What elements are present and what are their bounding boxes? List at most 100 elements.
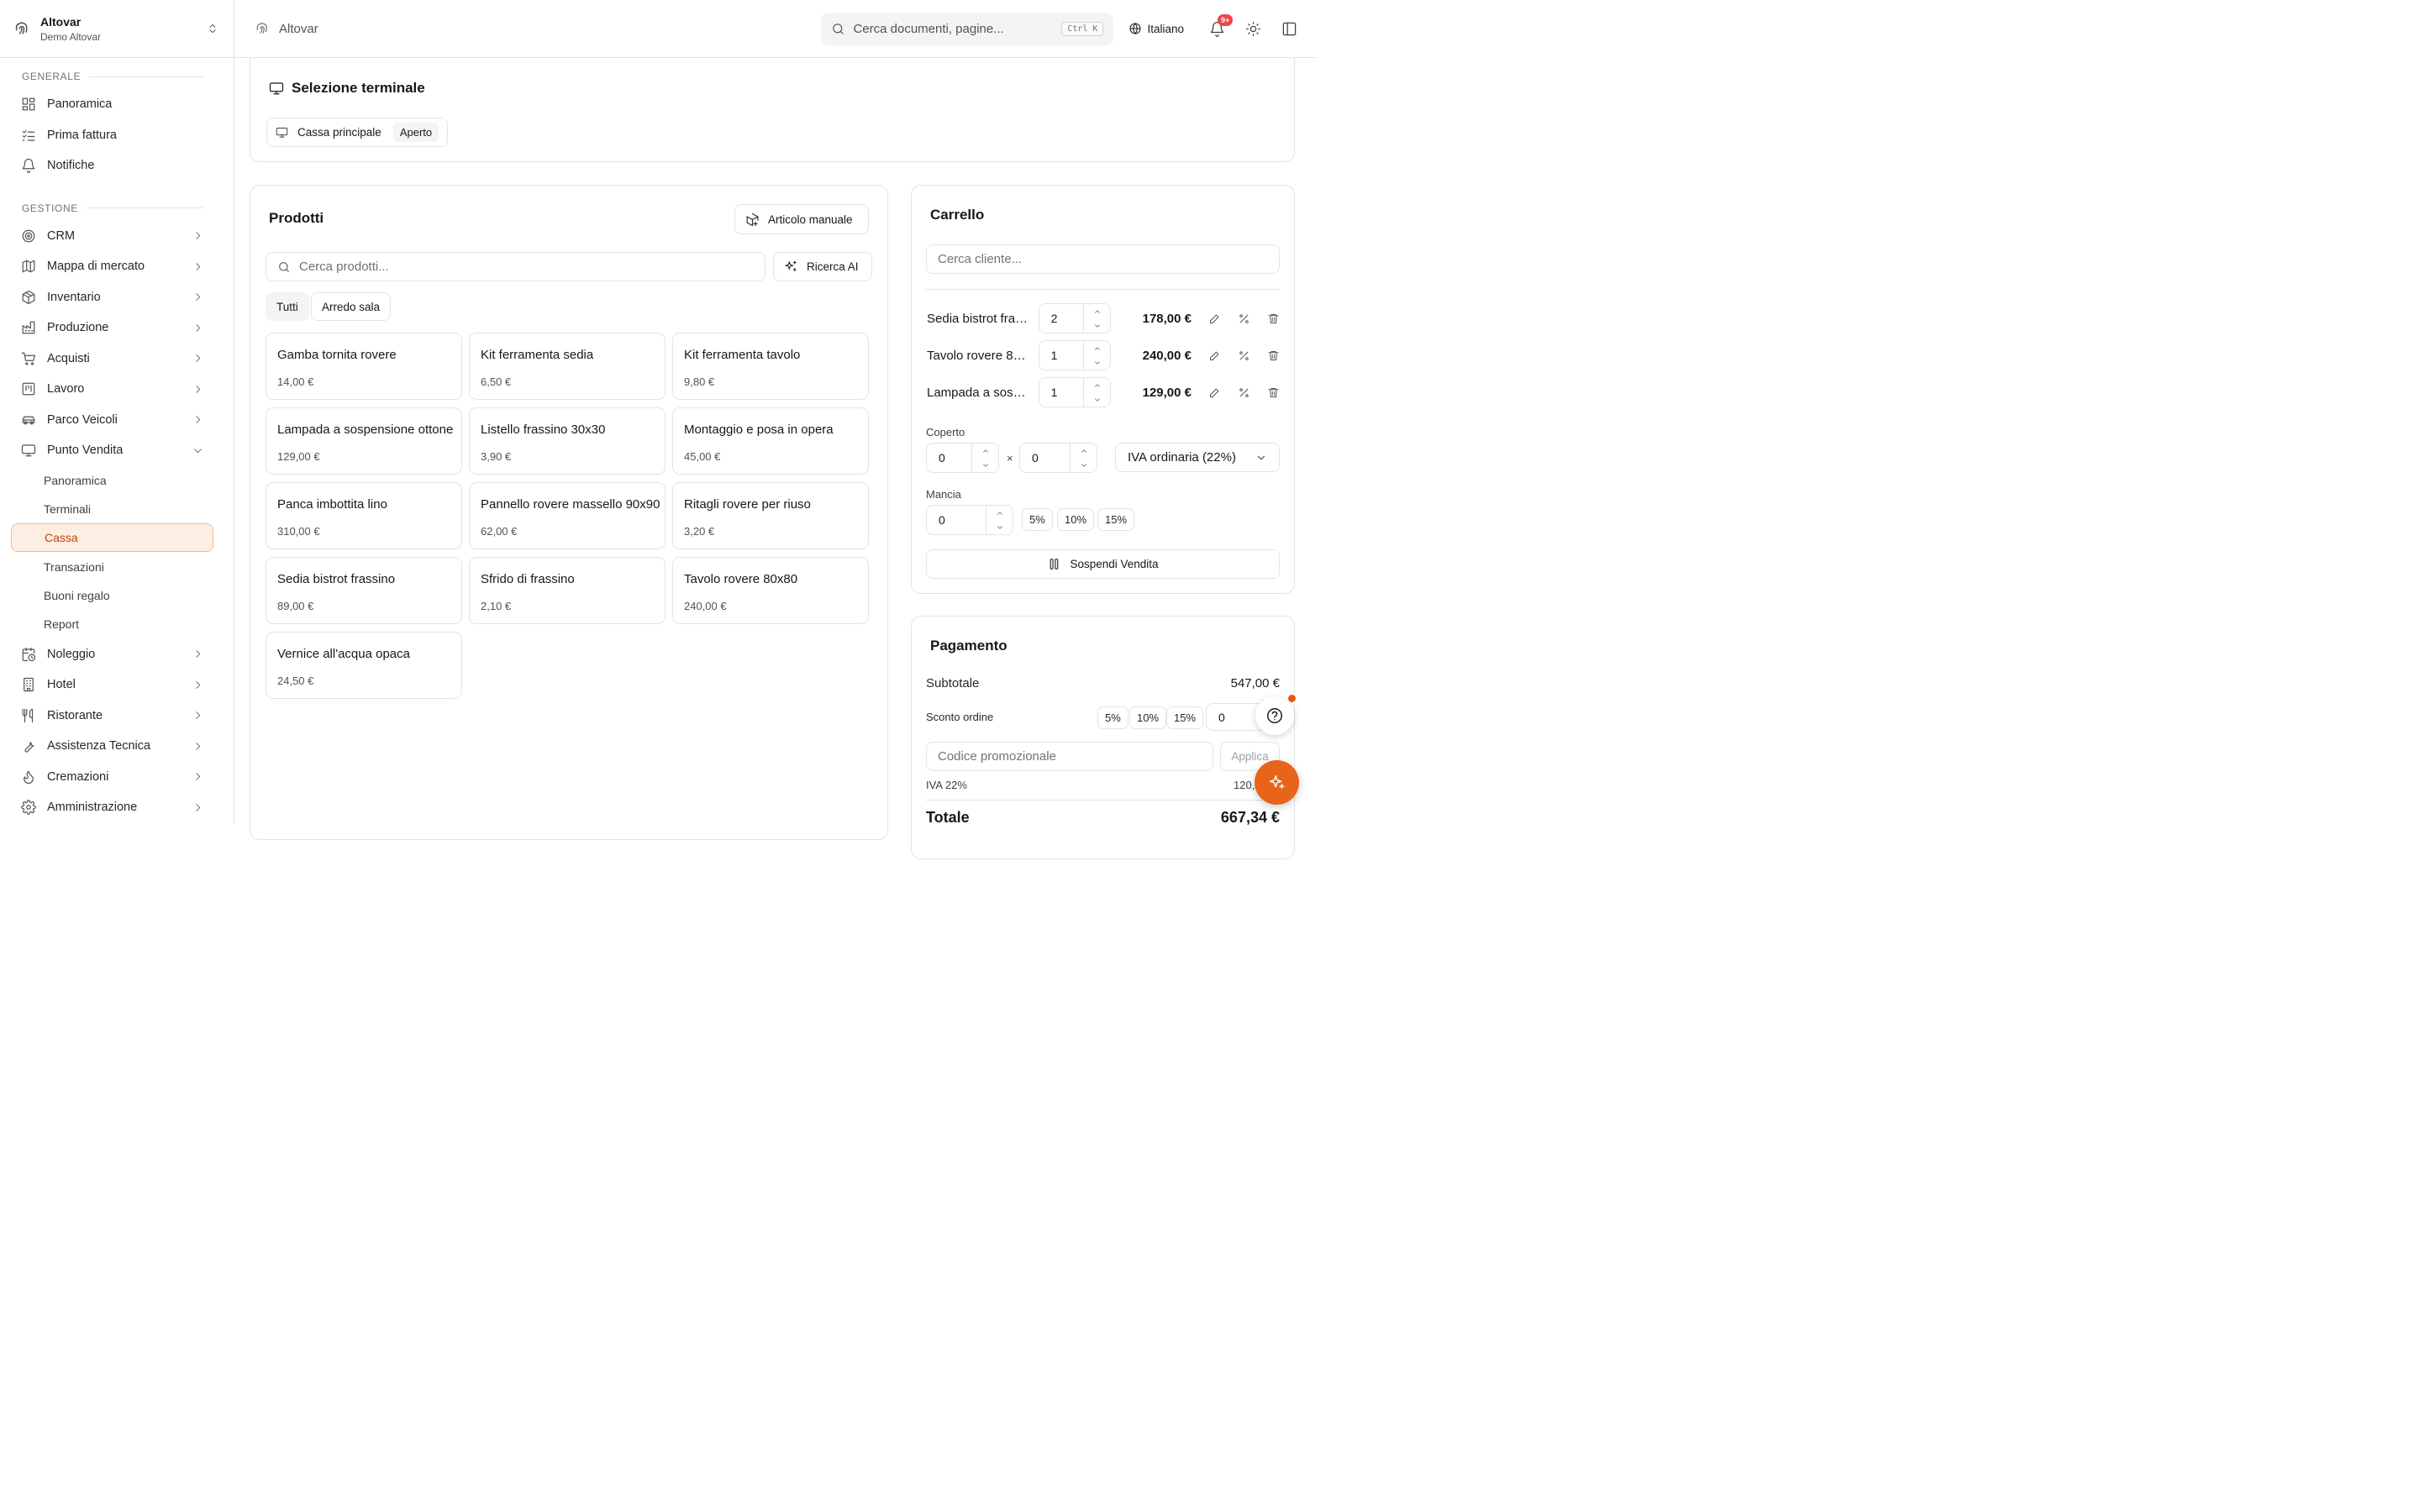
product-name: Pannello rovere massello 90x90 [481,497,660,512]
subtotal-label: Subtotale [926,676,980,690]
shortcut-hint: Ctrl K [1061,21,1104,36]
product-price: 129,00 € [277,450,320,463]
product-name: Lampada a sospensione ottone [277,423,454,437]
sidebar-subitem-report[interactable]: Report [0,610,234,638]
trash-icon[interactable] [1267,312,1280,325]
product-price: 9,80 € [684,375,715,388]
product-tile[interactable]: Tavolo rovere 80x80 240,00 € [672,557,869,624]
language-switcher[interactable]: Italiano [1128,22,1184,35]
product-tile[interactable]: Vernice all'acqua opaca 24,50 € [266,632,462,699]
product-tile[interactable]: Montaggio e posa in opera 45,00 € [672,407,869,475]
chevron-down-icon [1094,360,1100,365]
promo-code-input[interactable]: Codice promozionale [926,742,1213,771]
sidebar-item-inventario[interactable]: Inventario [0,282,234,313]
percent-icon[interactable] [1238,386,1250,399]
product-tile[interactable]: Panca imbottita lino 310,00 € [266,482,462,549]
bell-icon [21,158,36,174]
ai-search-button[interactable]: Ricerca AI [773,252,872,281]
sidebar-subitem-buoni-regalo[interactable]: Buoni regalo [0,581,234,610]
chevron-up-icon [982,449,988,453]
sidebar-item-mappa-di-mercato[interactable]: Mappa di mercato [0,251,234,282]
tip-preset-15[interactable]: 15% [1097,508,1135,531]
discount-preset-10[interactable]: 10% [1129,706,1167,729]
sidebar-subitem-panoramica[interactable]: Panoramica [0,466,234,495]
target-icon [21,228,36,244]
sidebar-item-parco-veicoli[interactable]: Parco Veicoli [0,405,234,436]
ai-assistant-button[interactable] [1255,760,1299,805]
utensils-icon [21,708,36,723]
sidebar-item-assistenza-tecnica[interactable]: Assistenza Tecnica [0,731,234,762]
org-switcher[interactable]: Altovar Demo Altovar [0,0,234,58]
product-tile[interactable]: Kit ferramenta sedia 6,50 € [469,333,666,400]
vat-label: IVA 22% [926,779,967,791]
products-card: Prodotti Articolo manuale Cerca prodotti… [250,185,888,840]
sidebar-subitem-terminali[interactable]: Terminali [0,495,234,523]
times-sign: × [1007,452,1013,465]
cover-price-stepper[interactable]: 0 [1019,443,1097,473]
percent-icon[interactable] [1238,349,1250,362]
total-label: Totale [926,809,970,826]
manual-item-button[interactable]: Articolo manuale [734,204,869,234]
customer-search-input[interactable]: Cerca cliente... [926,244,1280,274]
filter-tutti[interactable]: Tutti [266,292,309,321]
chevron-down-icon [982,463,988,467]
theme-toggle-button[interactable] [1245,21,1261,37]
sidebar-item-notifiche[interactable]: Notifiche [0,150,234,181]
product-search-input[interactable]: Cerca prodotti... [266,252,765,281]
cart-line-quantity-stepper[interactable]: 1 [1038,377,1112,407]
edit-icon[interactable] [1208,312,1221,325]
discount-preset-5[interactable]: 5% [1097,706,1128,729]
sidebar-item-amministrazione[interactable]: Amministrazione [0,792,234,823]
help-button[interactable] [1255,696,1294,735]
percent-icon[interactable] [1238,312,1250,325]
tip-preset-5[interactable]: 5% [1022,508,1053,531]
discount-preset-15[interactable]: 15% [1166,706,1204,729]
sidebar-item-cremazioni[interactable]: Cremazioni [0,761,234,792]
panel-toggle-button[interactable] [1281,21,1297,37]
sidebar-item-produzione[interactable]: Produzione [0,312,234,344]
trash-icon[interactable] [1267,386,1280,399]
terminal-status-badge: Aperto [392,123,439,142]
sidebar-item-hotel[interactable]: Hotel [0,669,234,701]
org-name: Altovar [40,14,82,29]
product-tile[interactable]: Lampada a sospensione ottone 129,00 € [266,407,462,475]
terminal-option-cassa-principale[interactable]: Cassa principale Aperto [266,118,449,147]
edit-icon[interactable] [1208,349,1221,362]
tip-preset-10[interactable]: 10% [1057,508,1095,531]
product-name: Panca imbottita lino [277,497,387,512]
fingerprint-icon [13,20,30,37]
breadcrumb[interactable]: Altovar [279,22,821,36]
filter-arredo-sala[interactable]: Arredo sala [311,292,392,321]
product-tile[interactable]: Kit ferramenta tavolo 9,80 € [672,333,869,400]
sidebar-item-ristorante[interactable]: Ristorante [0,700,234,731]
product-tile[interactable]: Listello frassino 30x30 3,90 € [469,407,666,475]
sidebar-item-acquisti[interactable]: Acquisti [0,344,234,375]
tip-stepper[interactable]: 0 [926,505,1013,535]
product-tile[interactable]: Gamba tornita rovere 14,00 € [266,333,462,400]
sidebar-subitem-cassa[interactable]: Cassa [11,523,213,553]
chevron-down-icon [1094,397,1100,402]
suspend-sale-button[interactable]: Sospendi Vendita [926,549,1280,579]
sidebar-item-crm[interactable]: CRM [0,221,234,252]
sidebar-item-panoramica[interactable]: Panoramica [0,89,234,120]
sidebar-subitem-transazioni[interactable]: Transazioni [0,552,234,580]
chevron-down-icon [1081,463,1086,467]
vat-rate-select[interactable]: IVA ordinaria (22%) [1115,443,1280,472]
product-tile[interactable]: Pannello rovere massello 90x90 62,00 € [469,482,666,549]
edit-icon[interactable] [1208,386,1221,399]
sidebar-item-lavoro[interactable]: Lavoro [0,374,234,405]
notifications-button[interactable]: 9+ [1209,13,1234,37]
product-tile[interactable]: Ritagli rovere per riuso 3,20 € [672,482,869,549]
sidebar: Altovar Demo Altovar GENERALE Panoramica… [0,0,234,823]
trash-icon[interactable] [1267,349,1280,362]
sidebar-item-noleggio[interactable]: Noleggio [0,638,234,669]
cover-quantity-stepper[interactable]: 0 [926,443,999,473]
product-tile[interactable]: Sfrido di frassino 2,10 € [469,557,666,624]
cart-line-quantity-stepper[interactable]: 2 [1038,303,1112,333]
product-name: Ritagli rovere per riuso [684,497,811,512]
global-search[interactable]: Cerca documenti, pagine... Ctrl K [821,12,1114,45]
product-tile[interactable]: Sedia bistrot frassino 89,00 € [266,557,462,624]
sidebar-item-punto-vendita[interactable]: Punto Vendita [0,435,234,466]
sidebar-item-prima-fattura[interactable]: Prima fattura [0,120,234,151]
cart-line-quantity-stepper[interactable]: 1 [1038,340,1112,370]
